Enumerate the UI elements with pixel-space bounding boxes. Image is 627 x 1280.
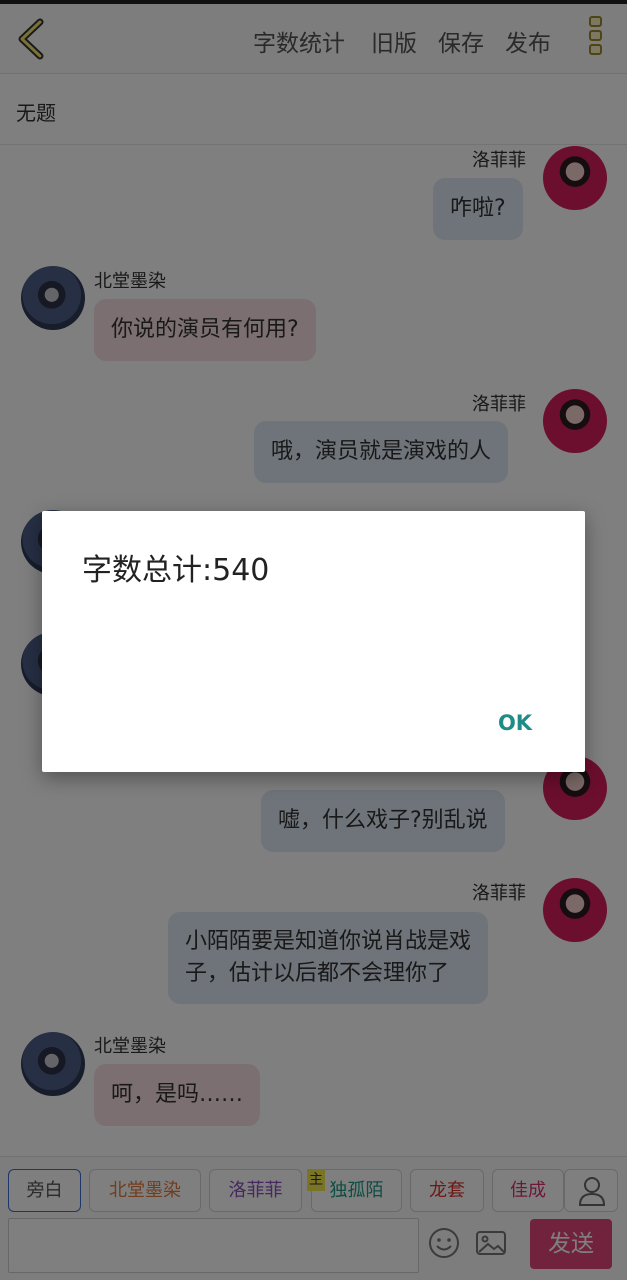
dialog-message: 字数总计:540: [82, 553, 270, 588]
word-count-dialog: 字数总计:540 OK: [42, 511, 585, 772]
ok-button[interactable]: OK: [480, 703, 550, 743]
